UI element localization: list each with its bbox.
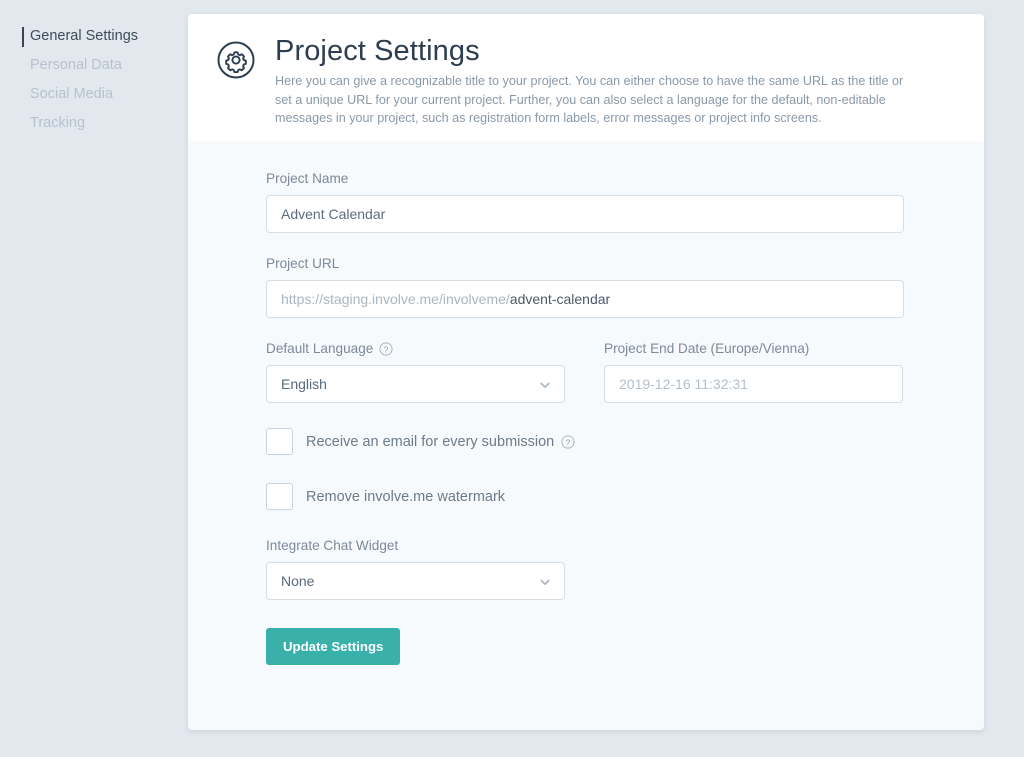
project-name-label: Project Name [266,171,349,186]
remove-watermark-row: Remove involve.me watermark [266,483,956,510]
sidebar-item-social-media[interactable]: Social Media [0,80,188,109]
svg-text:?: ? [566,437,571,447]
chat-widget-label: Integrate Chat Widget [266,538,399,553]
project-url-label: Project URL [266,256,340,271]
default-language-field-group: Default Language ? English [266,341,565,403]
receive-email-label-text: Receive an email for every submission [306,433,555,450]
default-language-value: English [281,376,327,392]
remove-watermark-checkbox[interactable] [266,483,293,510]
default-language-label: Default Language ? [266,341,565,356]
update-settings-button[interactable]: Update Settings [266,628,401,665]
project-url-prefix: https://staging.involve.me/involveme/ [281,291,510,307]
sidebar-item-general-settings[interactable]: General Settings [0,22,188,51]
settings-form: Project Name Advent Calendar Project URL… [188,141,984,665]
default-language-label-text: Default Language [266,341,374,356]
receive-email-row: Receive an email for every submission ? [266,428,956,455]
active-indicator-bar [22,27,24,47]
project-name-input[interactable]: Advent Calendar [266,195,904,233]
gear-icon [216,40,256,80]
chat-widget-value: None [281,573,315,589]
question-circle-icon[interactable]: ? [561,434,575,449]
card-header: Project Settings Here you can give a rec… [188,14,984,141]
language-and-date-row: Default Language ? English Project End D… [266,341,956,403]
page-title: Project Settings [275,35,480,67]
project-url-field-group: Project URL https://staging.involve.me/i… [266,256,956,318]
project-end-date-label: Project End Date (Europe/Vienna) [604,341,810,356]
sidebar-item-personal-data[interactable]: Personal Data [0,51,188,80]
project-end-date-field-group: Project End Date (Europe/Vienna) 2019-12… [604,341,903,403]
chat-widget-field-group: Integrate Chat Widget None [266,538,956,600]
receive-email-label: Receive an email for every submission ? [306,434,575,450]
project-url-input[interactable]: https://staging.involve.me/involveme/adv… [266,280,904,318]
project-url-slug: advent-calendar [509,291,611,307]
project-end-date-placeholder: 2019-12-16 11:32:31 [619,376,748,392]
header-text-block: Project Settings Here you can give a rec… [275,36,956,127]
question-circle-icon[interactable]: ? [379,341,393,356]
sidebar-item-label: General Settings [30,28,139,44]
chevron-down-icon [539,575,551,587]
project-end-date-input[interactable]: 2019-12-16 11:32:31 [604,365,903,403]
sidebar-item-label: Social Media [30,86,114,102]
remove-watermark-label-text: Remove involve.me watermark [306,488,506,505]
sidebar-item-label: Personal Data [30,57,122,73]
sidebar-item-label: Tracking [30,115,86,131]
svg-text:?: ? [384,344,389,354]
page-description: Here you can give a recognizable title t… [275,74,904,125]
project-name-field-group: Project Name Advent Calendar [266,171,956,233]
sidebar-item-tracking[interactable]: Tracking [0,109,188,138]
sidebar: General Settings Personal Data Social Me… [0,0,188,757]
default-language-select[interactable]: English [266,365,565,403]
project-name-value: Advent Calendar [281,206,386,222]
remove-watermark-label: Remove involve.me watermark [306,489,505,505]
settings-card: Project Settings Here you can give a rec… [188,14,984,730]
receive-email-checkbox[interactable] [266,428,293,455]
chevron-down-icon [539,378,551,390]
chat-widget-select[interactable]: None [266,562,565,600]
